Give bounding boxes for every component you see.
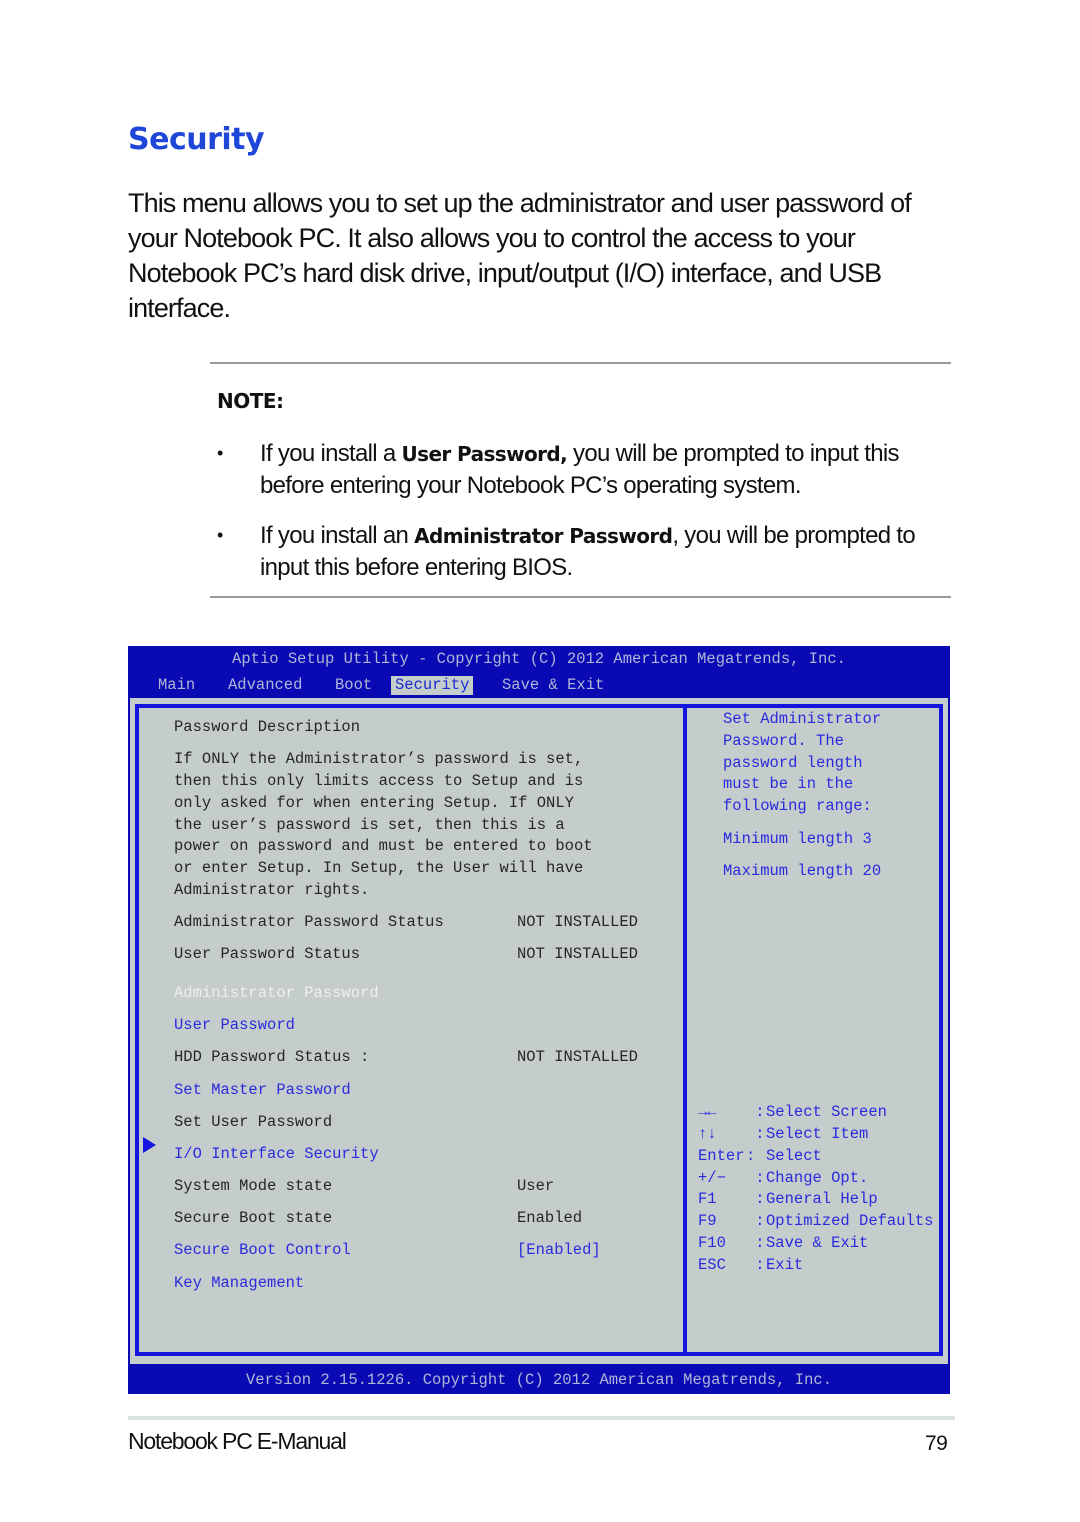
user-password-status-label: User Password Status bbox=[174, 945, 361, 963]
description-line: or enter Setup. In Setup, the User will … bbox=[174, 859, 584, 877]
description-line: power on password and must be entered to… bbox=[174, 837, 593, 855]
key-action: General Help bbox=[766, 1190, 878, 1208]
submenu-arrow-icon bbox=[143, 1137, 156, 1153]
bios-screen: Aptio Setup Utility - Copyright (C) 2012… bbox=[128, 646, 950, 1394]
note-text-before: If you install a bbox=[260, 440, 402, 467]
admin-password-status-value: NOT INSTALLED bbox=[517, 913, 638, 931]
help-line: must be in the bbox=[723, 775, 854, 793]
note-top-rule bbox=[210, 362, 951, 364]
page-footer-rule bbox=[128, 1416, 955, 1420]
bios-client-area: Password Description If ONLY the Adminis… bbox=[130, 698, 948, 1364]
key-row: F10 : Save & Exit bbox=[698, 1234, 868, 1252]
key-separator: : bbox=[746, 1147, 765, 1165]
tab-main[interactable]: Main bbox=[158, 676, 195, 695]
tab-security[interactable]: Security bbox=[391, 676, 474, 695]
key-action: Select Item bbox=[766, 1125, 869, 1143]
help-line: Set Administrator bbox=[723, 710, 882, 728]
page-number: 79 bbox=[925, 1432, 948, 1455]
help-line: following range: bbox=[723, 797, 872, 815]
bullet: • bbox=[217, 525, 223, 545]
key-row: F9 : Optimized Defaults bbox=[698, 1212, 933, 1230]
hdd-password-status-label: HDD Password Status : bbox=[174, 1048, 370, 1066]
description-line: then this only limits access to Setup an… bbox=[174, 772, 584, 790]
key-name: F9 bbox=[698, 1212, 717, 1230]
key-row: ↑↓ : Select Item bbox=[698, 1125, 868, 1143]
note-text-bold: User Password, bbox=[401, 442, 568, 466]
note-bottom-rule bbox=[210, 596, 951, 598]
note-text-before: If you install an bbox=[260, 522, 415, 549]
bios-panel-divider bbox=[683, 704, 687, 1356]
bios-title: Aptio Setup Utility - Copyright (C) 2012… bbox=[232, 650, 846, 668]
arrows-left-right-icon: →← bbox=[698, 1103, 717, 1121]
secure-boot-state-label: Secure Boot state bbox=[174, 1209, 333, 1227]
note-text: If you install an Administrator Password… bbox=[260, 520, 950, 583]
key-action: Save & Exit bbox=[766, 1234, 869, 1252]
tab-boot[interactable]: Boot bbox=[335, 676, 372, 695]
description-heading: Password Description bbox=[174, 718, 361, 736]
key-row: ESC : Exit bbox=[698, 1256, 803, 1274]
arrows-up-down-icon: ↑↓ bbox=[698, 1125, 717, 1143]
key-row: →← : Select Screen bbox=[698, 1103, 887, 1121]
key-management-item[interactable]: Key Management bbox=[174, 1274, 304, 1292]
key-action: Select Screen bbox=[766, 1103, 887, 1121]
description-line: If ONLY the Administrator’s password is … bbox=[174, 750, 584, 768]
description-line: the user’s password is set, then this is… bbox=[174, 816, 565, 834]
hdd-password-status-value: NOT INSTALLED bbox=[517, 1048, 638, 1066]
key-name: ESC bbox=[698, 1256, 726, 1274]
intro-paragraph: This menu allows you to set up the admin… bbox=[128, 188, 912, 323]
user-password-status-value: NOT INSTALLED bbox=[517, 945, 638, 963]
description-line: only asked for when entering Setup. If O… bbox=[174, 794, 574, 812]
admin-password-status-label: Administrator Password Status bbox=[174, 913, 444, 931]
manual-title: Notebook PC E-Manual bbox=[128, 1428, 347, 1454]
key-row: Enter: Select bbox=[698, 1147, 822, 1165]
help-line: password length bbox=[723, 754, 863, 772]
section-title: Security bbox=[128, 122, 265, 157]
key-name: F10 bbox=[698, 1234, 726, 1252]
help-line: Password. The bbox=[723, 732, 844, 750]
key-name: Enter bbox=[698, 1147, 745, 1165]
note-text-bold: Administrator Password bbox=[414, 524, 673, 548]
help-min-length: Minimum length 3 bbox=[723, 830, 872, 848]
secure-boot-state-value: Enabled bbox=[517, 1209, 583, 1227]
key-name: F1 bbox=[698, 1190, 717, 1208]
io-interface-security-item[interactable]: I/O Interface Security bbox=[174, 1145, 379, 1163]
set-master-password-item[interactable]: Set Master Password bbox=[174, 1081, 351, 1099]
description-line: Administrator rights. bbox=[174, 881, 370, 899]
note-title: NOTE: bbox=[217, 389, 284, 413]
tab-save-exit[interactable]: Save & Exit bbox=[502, 676, 604, 695]
system-mode-state-label: System Mode state bbox=[174, 1177, 333, 1195]
key-action: Change Opt. bbox=[766, 1169, 869, 1187]
set-user-password-item: Set User Password bbox=[174, 1113, 333, 1131]
secure-boot-control-item[interactable]: Secure Boot Control bbox=[174, 1241, 351, 1259]
help-max-length: Maximum length 20 bbox=[723, 862, 882, 880]
key-action: Optimized Defaults bbox=[766, 1212, 934, 1230]
system-mode-state-value: User bbox=[517, 1177, 555, 1195]
bios-version-footer: Version 2.15.1226. Copyright (C) 2012 Am… bbox=[246, 1371, 832, 1389]
key-action: Exit bbox=[766, 1256, 804, 1274]
key-row: F1 : General Help bbox=[698, 1190, 878, 1208]
secure-boot-control-value[interactable]: [Enabled] bbox=[517, 1241, 601, 1259]
key-name: +/− bbox=[698, 1169, 726, 1187]
tab-advanced[interactable]: Advanced bbox=[228, 676, 302, 695]
key-row: +/− : Change Opt. bbox=[698, 1169, 868, 1187]
administrator-password-item[interactable]: Administrator Password bbox=[174, 984, 379, 1002]
key-action: Select bbox=[766, 1147, 822, 1165]
user-password-item[interactable]: User Password bbox=[174, 1016, 295, 1034]
bullet: • bbox=[217, 443, 223, 463]
note-text: If you install a User Password, you will… bbox=[260, 438, 950, 501]
